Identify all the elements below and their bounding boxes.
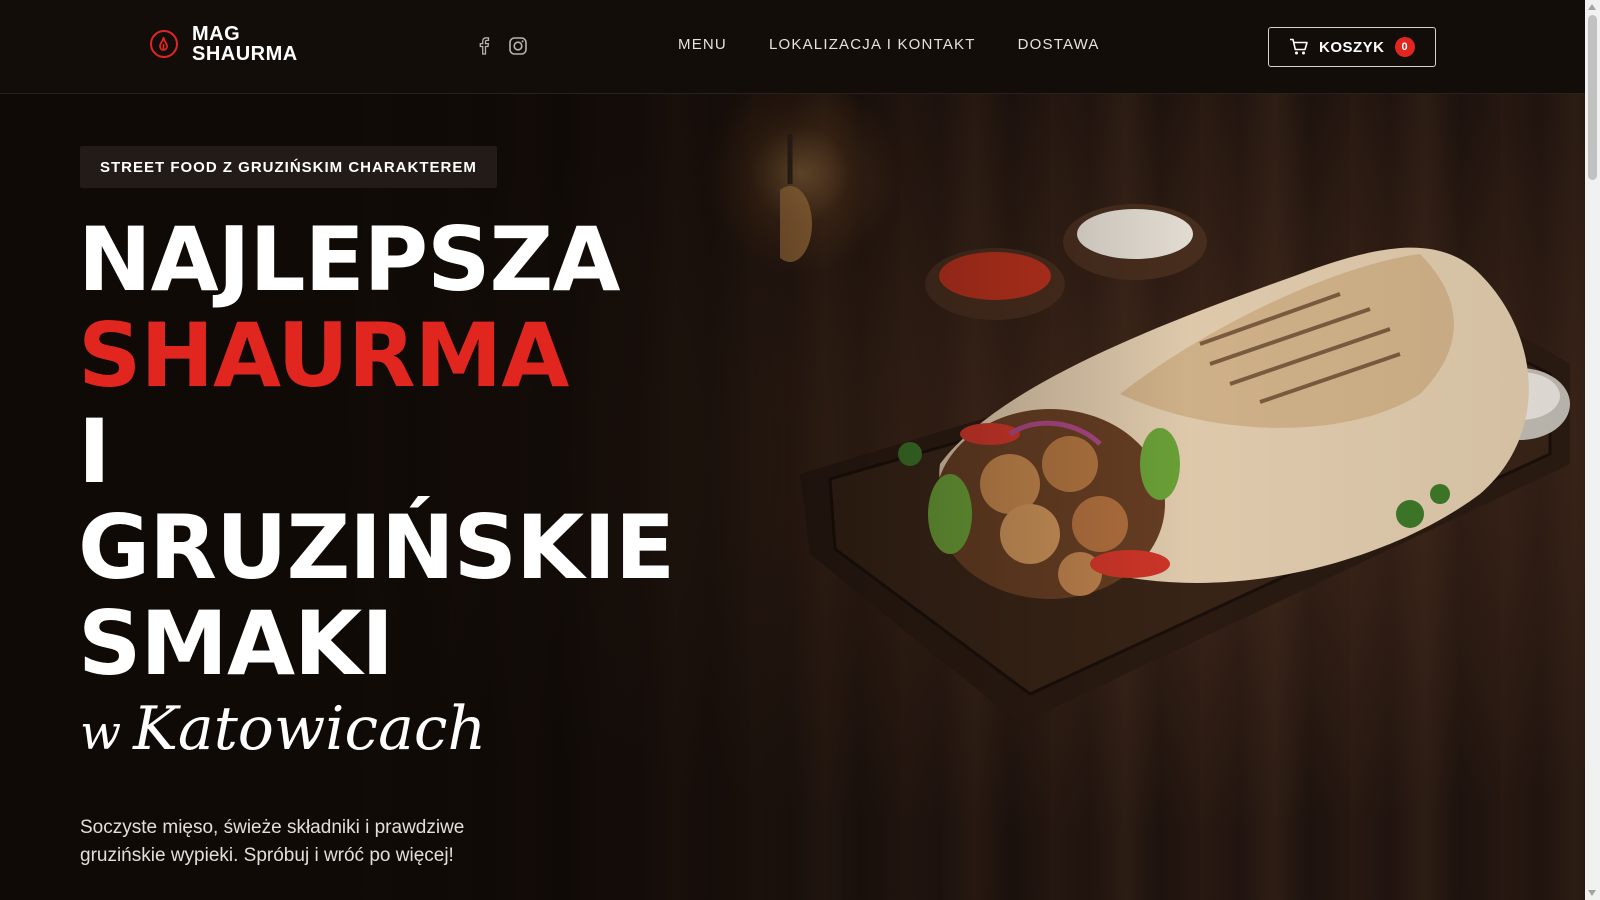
headline-line5: SMAKI — [78, 592, 394, 695]
cart-label: KOSZYK — [1319, 38, 1385, 56]
social-links — [474, 36, 528, 56]
hero-description: Soczyste mięso, świeże składniki i prawd… — [80, 817, 465, 866]
nav-item-location-contact[interactable]: LOKALIZACJA I KONTAKT — [769, 36, 976, 53]
scroll-down-arrow-icon[interactable] — [1588, 890, 1596, 896]
hero-city-script: w Katowicach — [80, 694, 486, 764]
nav-item-delivery[interactable]: DOSTAWA — [1018, 36, 1100, 53]
site-header: MAG SHAURMA MENU LOKALIZACJA I KONTAKT D… — [0, 0, 1585, 94]
page-scrollbar[interactable] — [1585, 0, 1600, 900]
headline-line3: I — [78, 400, 111, 503]
scrollbar-thumb[interactable] — [1588, 15, 1597, 180]
hero-headline: NAJLEPSZA SHAURMA I GRUZIŃSKIE SMAKI — [78, 208, 675, 695]
headline-line1: NAJLEPSZA — [78, 208, 620, 311]
scroll-up-arrow-icon[interactable] — [1588, 4, 1596, 10]
nav-item-menu[interactable]: MENU — [678, 36, 727, 53]
city-prefix: w — [80, 705, 122, 761]
headline-line2: SHAURMA — [78, 304, 569, 407]
instagram-icon[interactable] — [508, 36, 528, 56]
facebook-icon[interactable] — [474, 36, 494, 56]
brand-name: MAG SHAURMA — [192, 24, 298, 64]
logo-flame-icon — [150, 30, 178, 58]
hero-section: STREET FOOD Z GRUZIŃSKIM CHARAKTEREM NAJ… — [0, 94, 1585, 900]
hero-tagline: STREET FOOD Z GRUZIŃSKIM CHARAKTEREM — [80, 146, 497, 188]
main-nav: MENU LOKALIZACJA I KONTAKT DOSTAWA — [678, 36, 1100, 53]
cart-count-badge: 0 — [1394, 37, 1415, 57]
brand-name-line1: MAG — [192, 23, 241, 45]
cart-button[interactable]: KOSZYK 0 — [1268, 27, 1436, 67]
city-name: Katowicach — [133, 694, 487, 764]
cart-icon — [1290, 38, 1308, 55]
headline-line4: GRUZIŃSKIE — [78, 496, 675, 599]
brand-logo[interactable]: MAG SHAURMA — [150, 24, 298, 64]
brand-name-line2: SHAURMA — [192, 43, 298, 65]
